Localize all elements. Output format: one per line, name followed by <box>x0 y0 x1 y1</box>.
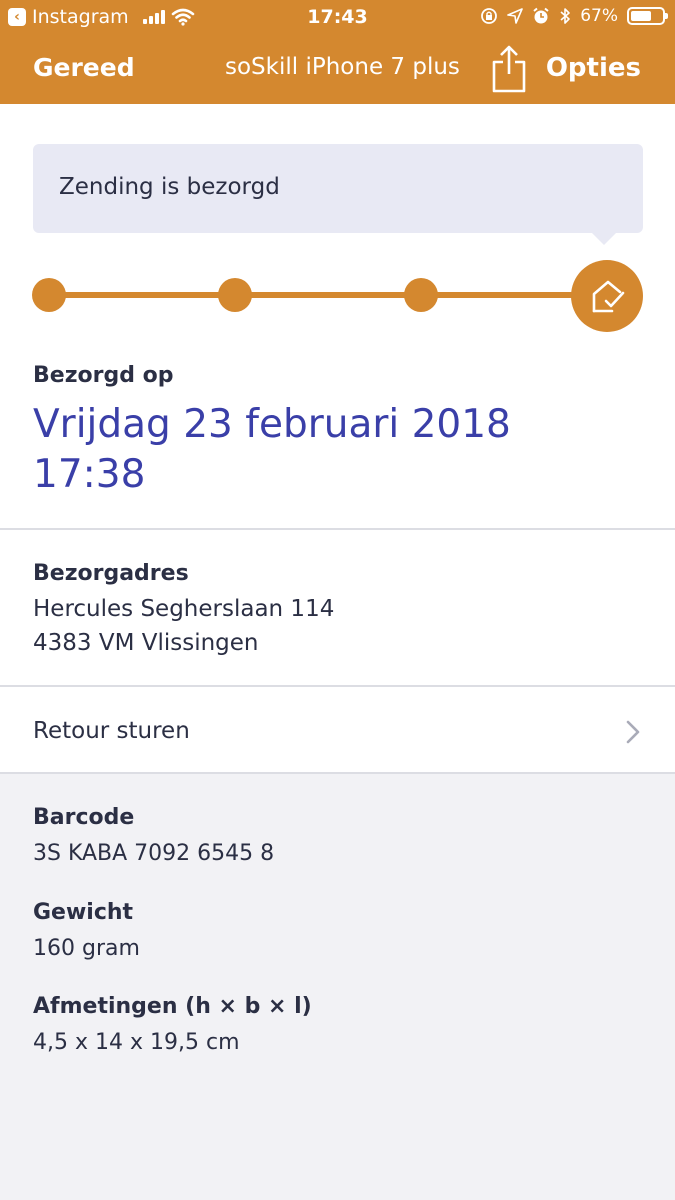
progress-line <box>49 292 609 298</box>
shipment-details-section: Barcode 3S KABA 7092 6545 8 Gewicht 160 … <box>0 774 675 1200</box>
battery-percentage: 67% <box>580 6 618 26</box>
dimensions-value: 4,5 x 14 x 19,5 cm <box>33 1030 240 1055</box>
return-label: Retour sturen <box>33 718 190 744</box>
house-check-icon <box>592 280 625 313</box>
barcode-label: Barcode <box>33 805 135 830</box>
orientation-lock-icon <box>481 8 498 24</box>
bluetooth-icon <box>560 8 571 24</box>
barcode-value: 3S KABA 7092 6545 8 <box>33 841 275 866</box>
weight-label: Gewicht <box>33 900 134 925</box>
delivered-datetime: Vrijdag 23 februari 2018 17:38 <box>33 400 633 500</box>
alarm-icon <box>533 7 549 24</box>
delivery-progress-tracker <box>0 104 675 364</box>
delivered-on-label: Bezorgd op <box>33 363 174 388</box>
location-icon <box>507 8 524 24</box>
return-shipment-row[interactable]: Retour sturen <box>0 688 675 774</box>
address-line-1: Hercules Segherslaan 114 <box>33 596 335 622</box>
share-icon[interactable] <box>490 44 528 94</box>
delivery-address-label: Bezorgadres <box>33 561 189 586</box>
delivered-time: 17:38 <box>33 452 146 497</box>
divider <box>0 685 675 687</box>
nav-title: soSkill iPhone 7 plus <box>225 54 460 80</box>
navigation-bar: Gereed soSkill iPhone 7 plus Opties <box>0 34 675 104</box>
done-button[interactable]: Gereed <box>33 53 135 82</box>
delivered-date: Vrijdag 23 februari 2018 <box>33 402 511 447</box>
battery-fill <box>631 11 651 21</box>
chevron-right-icon <box>626 720 640 744</box>
dimensions-label: Afmetingen (h × b × l) <box>33 994 312 1019</box>
status-bar: ‹ Instagram 17:43 67% <box>0 0 675 34</box>
progress-step-1 <box>32 278 66 312</box>
progress-step-3 <box>404 278 438 312</box>
battery-icon <box>627 7 668 25</box>
shipment-status-section: Zending is bezorgd Bezorgd op Vrijdag 23… <box>0 104 675 774</box>
weight-value: 160 gram <box>33 936 140 961</box>
address-line-2: 4383 VM Vlissingen <box>33 630 259 656</box>
progress-step-2 <box>218 278 252 312</box>
progress-step-4-current <box>571 260 643 332</box>
options-button[interactable]: Opties <box>546 53 641 83</box>
divider <box>0 528 675 530</box>
